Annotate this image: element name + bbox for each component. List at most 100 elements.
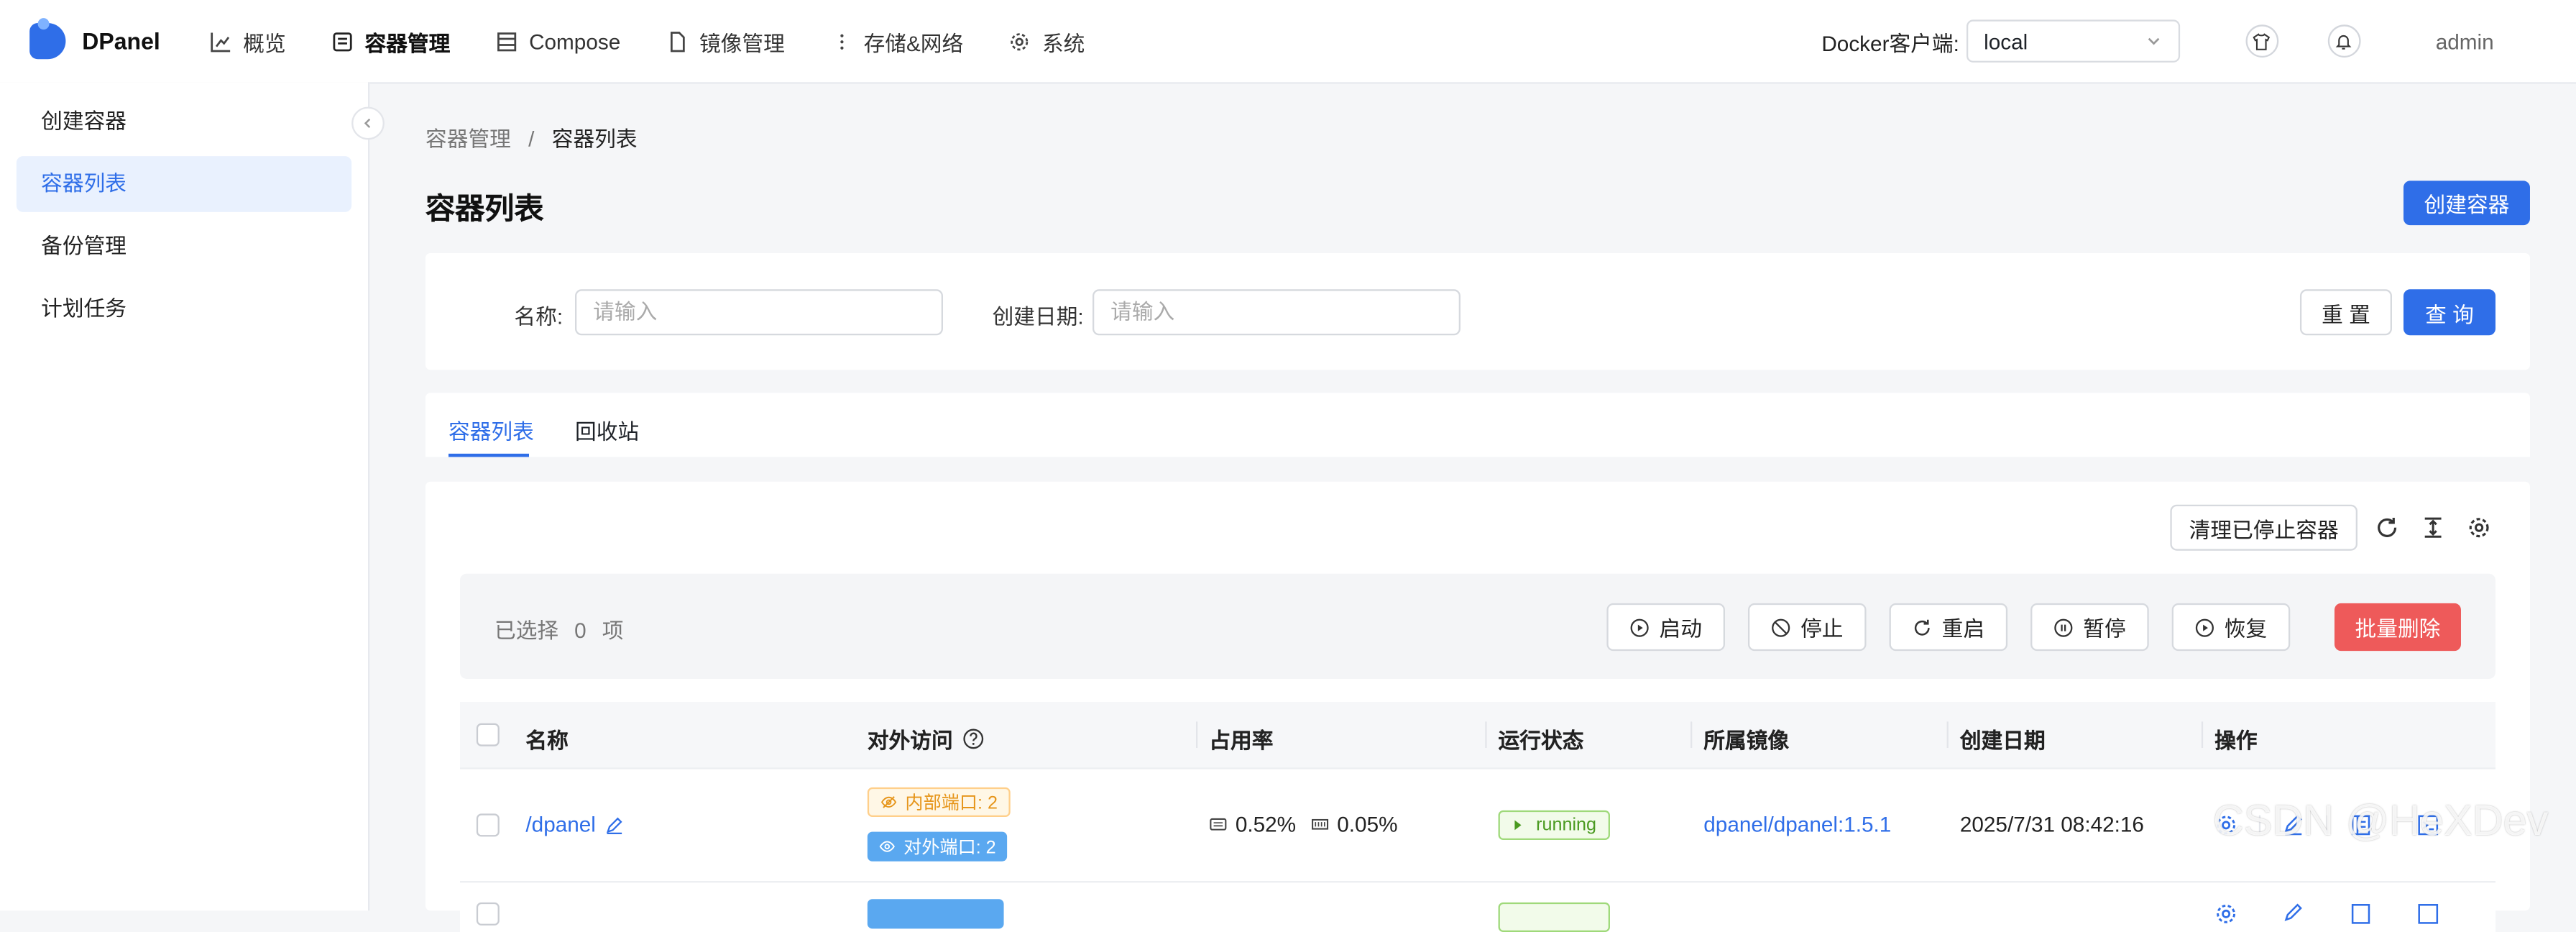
play-circle-icon — [1630, 618, 1649, 636]
status-label: running — [1536, 815, 1597, 836]
nav-overview[interactable]: 概览 — [188, 0, 309, 82]
tab-container-list[interactable]: 容器列表 — [448, 414, 534, 445]
query-button[interactable]: 查 询 — [2403, 289, 2496, 336]
internal-ports-tag[interactable]: 内部端口: 2 — [867, 787, 1011, 817]
nav-label: 系统 — [1041, 30, 1085, 55]
eye-off-icon — [880, 796, 897, 808]
app-name: DPanel — [82, 27, 160, 55]
selection-number: 0 — [574, 618, 586, 643]
edit-icon[interactable] — [2282, 903, 2305, 926]
dpanel-logo-icon — [29, 18, 66, 60]
column-header-access: 对外访问 — [868, 723, 984, 754]
nav-storage-network[interactable]: 存储&网络 — [808, 0, 986, 82]
refresh-icon — [2378, 517, 2397, 537]
clean-stopped-button[interactable]: 清理已停止容器 — [2170, 504, 2358, 551]
created-date: 2025/7/31 08:42:16 — [1959, 812, 2144, 837]
nav-compose[interactable]: Compose — [473, 0, 643, 82]
refresh-button[interactable] — [2374, 514, 2401, 541]
container-name-link[interactable]: /dpanel — [525, 812, 623, 836]
shirt-icon — [2253, 32, 2271, 50]
header-right: Docker客户端: local admin — [1821, 0, 2576, 82]
page-title: 容器列表 — [425, 192, 544, 226]
watermark: CSDN @HeXDev — [2212, 795, 2549, 845]
redo-icon — [1914, 618, 1930, 635]
play-icon — [1514, 820, 1522, 831]
memory-usage: 0.05% — [1337, 812, 1398, 837]
batch-stop-button[interactable]: 停止 — [1747, 603, 1867, 652]
sidebar-item-create-container[interactable]: 创建容器 — [17, 93, 351, 150]
tab-recycle-bin[interactable]: 回收站 — [575, 414, 639, 445]
selection-count: 已选择 0 项 — [494, 613, 623, 644]
chart-icon — [211, 32, 231, 52]
sidebar-item-schedule[interactable]: 计划任务 — [17, 281, 351, 337]
date-filter-label: 创建日期: — [992, 303, 1084, 329]
filter-card: 名称: 请输入 创建日期: 请输入 重 置 查 询 — [425, 252, 2530, 370]
external-ports-tag[interactable] — [867, 899, 1004, 929]
column-settings-button[interactable] — [2466, 514, 2493, 541]
nav-system[interactable]: 系统 — [986, 0, 1108, 82]
edit-icon[interactable] — [604, 815, 623, 834]
image-link[interactable]: dpanel/dpanel:1.5.1 — [1703, 812, 1891, 836]
sidebar-item-backup[interactable]: 备份管理 — [17, 219, 351, 275]
shirt-button[interactable] — [2245, 24, 2278, 58]
sidebar: 创建容器 容器列表 备份管理 计划任务 — [0, 82, 370, 911]
breadcrumb-separator: / — [528, 126, 535, 152]
nav-label: 概览 — [243, 30, 286, 55]
batch-start-label: 启动 — [1659, 616, 1702, 641]
batch-restart-label: 重启 — [1941, 616, 1985, 641]
file-icon — [670, 31, 684, 52]
batch-resume-label: 恢复 — [2224, 616, 2268, 641]
breadcrumb-parent[interactable]: 容器管理 — [426, 127, 511, 151]
table-header: 名称 对外访问 占用率 运行状态 所属镜像 创建日期 操作 — [459, 701, 2496, 769]
docker-client-value: local — [1984, 28, 2028, 54]
nav-image-mgmt[interactable]: 镜像管理 — [643, 0, 808, 82]
chevron-down-icon — [2147, 37, 2159, 45]
date-filter-input[interactable]: 请输入 — [1092, 289, 1460, 336]
cpu-usage: 0.52% — [1235, 812, 1297, 837]
compose-icon — [497, 32, 517, 51]
sidebar-item-container-list[interactable]: 容器列表 — [16, 156, 352, 212]
name-filter-input[interactable]: 请输入 — [574, 289, 943, 336]
terminal-icon[interactable] — [2416, 903, 2439, 926]
nav-label: 存储&网络 — [863, 30, 964, 55]
status-badge: running — [1498, 810, 1610, 840]
logo[interactable]: DPanel — [29, 18, 187, 60]
chevron-left-icon — [364, 118, 371, 129]
batch-restart-button[interactable]: 重启 — [1889, 603, 2008, 652]
container-name: /dpanel — [525, 812, 596, 837]
row-checkbox[interactable] — [476, 902, 500, 926]
batch-stop-label: 停止 — [1800, 616, 1844, 641]
docker-client-select[interactable]: local — [1966, 19, 2180, 63]
nav-container-mgmt[interactable]: 容器管理 — [309, 0, 474, 82]
column-height-icon — [2424, 517, 2442, 538]
log-icon[interactable] — [2350, 903, 2373, 926]
collapse-sidebar-button[interactable] — [351, 106, 385, 140]
column-header-status[interactable]: 运行状态 — [1499, 723, 1584, 754]
selection-prefix: 已选择 — [494, 618, 559, 643]
eye-icon — [879, 841, 895, 852]
bell-icon — [2335, 34, 2352, 49]
row-checkbox[interactable] — [476, 813, 500, 837]
create-container-button[interactable]: 创建容器 — [2403, 181, 2530, 226]
batch-start-button[interactable]: 启动 — [1606, 603, 1725, 652]
batch-delete-button[interactable]: 批量删除 — [2334, 603, 2461, 652]
table-row — [459, 882, 2496, 932]
notification-button[interactable] — [2327, 24, 2360, 58]
pause-circle-icon — [2054, 618, 2073, 636]
status-badge — [1498, 902, 1610, 932]
column-header-name[interactable]: 名称 — [525, 723, 568, 754]
batch-pause-button[interactable]: 暂停 — [2030, 603, 2149, 652]
external-ports-tag[interactable]: 对外端口: 2 — [867, 831, 1008, 862]
batch-action-bar: 已选择 0 项 启动 停止 重启 暂停 恢复 批量删除 — [459, 573, 2496, 679]
density-button[interactable] — [2420, 514, 2447, 541]
batch-resume-button[interactable]: 恢复 — [2171, 603, 2291, 652]
more-vertical-icon — [840, 33, 843, 49]
reset-button[interactable]: 重 置 — [2299, 289, 2392, 336]
gear-icon — [1011, 32, 1029, 50]
play-circle-icon — [2195, 618, 2214, 636]
select-all-checkbox[interactable] — [476, 723, 500, 746]
question-circle-icon[interactable] — [962, 728, 984, 750]
user-menu[interactable]: admin — [2436, 29, 2494, 53]
settings-icon[interactable] — [2214, 903, 2237, 926]
column-header-created[interactable]: 创建日期 — [1960, 723, 2046, 754]
